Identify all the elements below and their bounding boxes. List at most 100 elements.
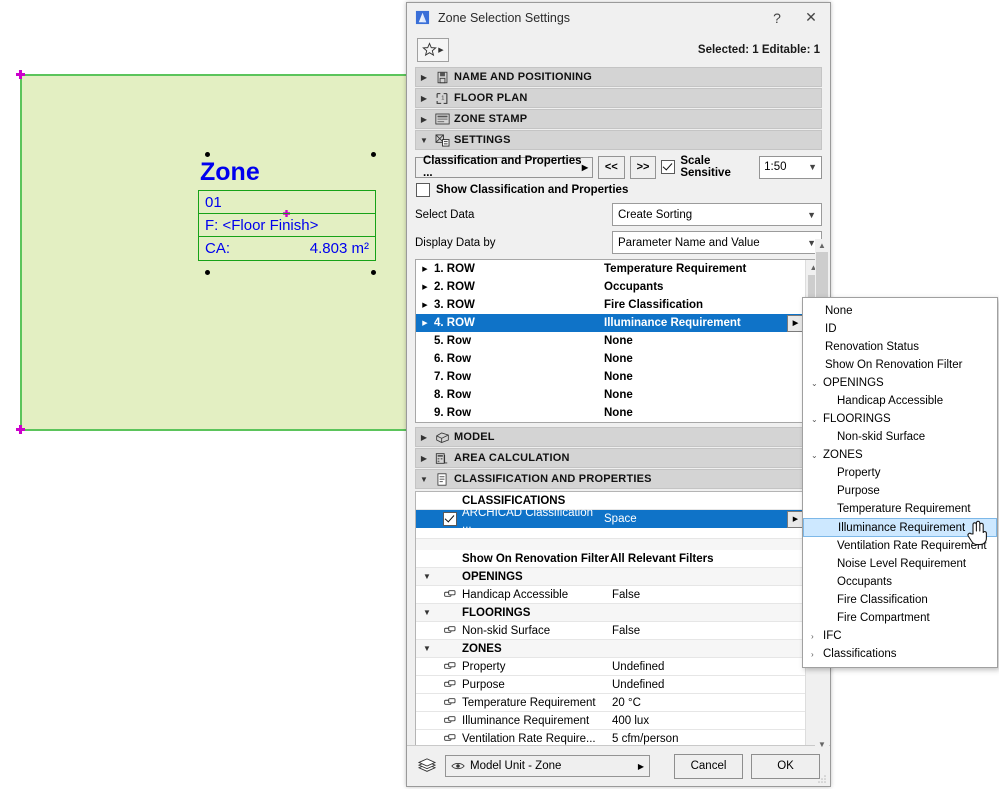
menu-item-renovation-status[interactable]: Renovation Status [803,338,997,356]
layer-button[interactable]: Model Unit - Zone ▶ [445,755,650,777]
property-row[interactable]: Non-skid Surface False [416,622,805,640]
table-row[interactable]: 5. Row None [416,332,805,350]
table-row[interactable]: 7. Row None [416,368,805,386]
menu-group-openings[interactable]: ⌄ OPENINGS [803,374,997,392]
menu-item-show-on-renovation-filter[interactable]: Show On Renovation Filter [803,356,997,374]
table-row[interactable]: ▶ 2. ROW Occupants [416,278,805,296]
property-link-icon [438,590,462,599]
ok-button[interactable]: OK [751,753,820,779]
show-classification-checkbox[interactable] [416,183,430,197]
settings-icon [432,133,452,147]
chevron-down-icon[interactable]: ▼ [416,572,438,581]
favorites-button[interactable]: ▶ [417,37,449,62]
menu-group-classifications[interactable]: › Classifications [803,645,997,663]
property-link-icon [438,734,462,743]
section-label: MODEL [454,431,495,443]
menu-group-label: IFC [823,630,842,642]
menu-item-temperature-requirement[interactable]: Temperature Requirement [803,500,997,518]
property-row[interactable]: Ventilation Rate Require... 5 cfm/person [416,730,805,745]
menu-group-zones[interactable]: ⌄ ZONES [803,446,997,464]
zone-selection-settings-dialog[interactable]: Zone Selection Settings ? ✕ ▶ Selected: … [406,2,831,787]
menu-item-fire-compartment[interactable]: Fire Compartment [803,609,997,627]
menu-item-occupants[interactable]: Occupants [803,573,997,591]
scale-sensitive-label: Scale Sensitive [680,155,731,179]
chevron-down-icon[interactable]: ▼ [416,644,438,653]
table-row[interactable]: 8. Row None [416,386,805,404]
scale-sensitive-checkbox[interactable] [661,160,676,174]
classification-checkbox[interactable] [438,512,462,526]
property-row[interactable]: Property Undefined [416,658,805,676]
table-row[interactable]: 9. Row None [416,404,805,422]
cancel-button[interactable]: Cancel [674,753,743,779]
help-button[interactable]: ? [760,4,794,31]
table-row[interactable]: ▶ 3. ROW Fire Classification [416,296,805,314]
section-label: FLOOR PLAN [454,92,528,104]
classification-value: Space [604,513,637,525]
row-name: 9. Row [434,407,472,419]
property-row[interactable]: Purpose Undefined [416,676,805,694]
menu-item-none[interactable]: None [803,302,997,320]
section-zone-stamp[interactable]: ▶ ZONE STAMP [415,109,822,129]
section-area-calculation[interactable]: ▶ AREA CALCULATION [415,448,822,468]
table-row[interactable]: 6. Row None [416,350,805,368]
table-row[interactable]: ▶ 1. ROW Temperature Requirement [416,260,805,278]
chevron-down-icon: ▼ [808,162,817,172]
renovation-filter-row[interactable]: Show On Renovation Filter All Relevant F… [416,550,805,568]
close-button[interactable]: ✕ [794,4,828,31]
property-group-floorings[interactable]: ▼ FLOORINGS [416,604,805,622]
menu-item-handicap-accessible[interactable]: Handicap Accessible [803,392,997,410]
stamp-hotspot-bottom-left[interactable] [205,270,210,275]
display-data-by-dropdown[interactable]: Parameter Name and Value ▼ [612,231,822,254]
stamp-hotspot-top-right[interactable] [371,152,376,157]
stamp-hotspot-top-left[interactable] [205,152,210,157]
property-link-icon [438,698,462,707]
property-row[interactable]: Handicap Accessible False [416,586,805,604]
section-classification-and-properties[interactable]: ▼ CLASSIFICATION AND PROPERTIES [415,469,822,489]
menu-group-ifc[interactable]: › IFC [803,627,997,645]
property-row[interactable]: Temperature Requirement 20 °C [416,694,805,712]
resize-grip-icon[interactable] [818,774,827,783]
dialog-body: ▶ NAME AND POSITIONING ▶ 1 FLOOR PLAN ▶ … [407,67,830,745]
property-name: Purpose [462,678,505,691]
chevron-right-icon: ▶ [420,93,428,103]
select-data-dropdown[interactable]: Create Sorting ▼ [612,203,822,226]
row-listbox[interactable]: ▶ 1. ROW Temperature Requirement ▶ 2. RO… [415,259,822,423]
display-data-by-value: Parameter Name and Value [618,236,760,249]
dialog-titlebar[interactable]: Zone Selection Settings ? ✕ [407,3,830,32]
row-value: None [604,371,633,383]
section-model[interactable]: ▶ MODEL [415,427,822,447]
section-label: SETTINGS [454,134,511,146]
classification-properties-box[interactable]: CLASSIFICATIONS ARCHICAD Classification … [415,491,822,745]
section-floor-plan[interactable]: ▶ 1 FLOOR PLAN [415,88,822,108]
menu-item-property[interactable]: Property [803,464,997,482]
next-button[interactable]: >> [629,155,657,179]
prev-button[interactable]: << [598,155,625,179]
scroll-down-icon[interactable]: ▼ [816,740,828,749]
menu-group-label: Classifications [823,648,897,660]
zone-stamp[interactable]: 01 F: <Floor Finish> CA: 4.803 m² [198,190,376,261]
property-row[interactable]: Illuminance Requirement 400 lux [416,712,805,730]
menu-item-purpose[interactable]: Purpose [803,482,997,500]
preset-row: Classification and Properties ... ▶ << >… [415,155,822,179]
section-name-and-positioning[interactable]: ▶ NAME AND POSITIONING [415,67,822,87]
table-row-selected[interactable]: ▶ 4. ROW Illuminance Requirement ▶ [416,314,805,332]
parameter-popup-menu[interactable]: None ID Renovation Status Show On Renova… [802,297,998,668]
chevron-down-icon: ▼ [420,135,428,145]
menu-group-floorings[interactable]: ⌄ FLOORINGS [803,410,997,428]
scroll-up-icon[interactable]: ▲ [816,241,828,250]
menu-item-noise-level-requirement[interactable]: Noise Level Requirement [803,555,997,573]
preset-button[interactable]: Classification and Properties ... ▶ [415,155,593,179]
chevron-down-icon[interactable]: ▼ [416,608,438,617]
menu-item-non-skid-surface[interactable]: Non-skid Surface [803,428,997,446]
property-group-zones[interactable]: ▼ ZONES [416,640,805,658]
menu-item-fire-classification[interactable]: Fire Classification [803,591,997,609]
menu-item-id[interactable]: ID [803,320,997,338]
stamp-hotspot-bottom-right[interactable] [371,270,376,275]
classification-row-selected[interactable]: ARCHICAD Classification ... Space ▶ [416,507,805,531]
row-name: 4. ROW [434,317,475,329]
section-settings[interactable]: ▼ SETTINGS [415,130,822,150]
scale-select[interactable]: 1:50 ▼ [759,155,822,179]
row-name: 1. ROW [434,263,475,275]
property-value: False [612,588,641,601]
property-group-openings[interactable]: ▼ OPENINGS [416,568,805,586]
